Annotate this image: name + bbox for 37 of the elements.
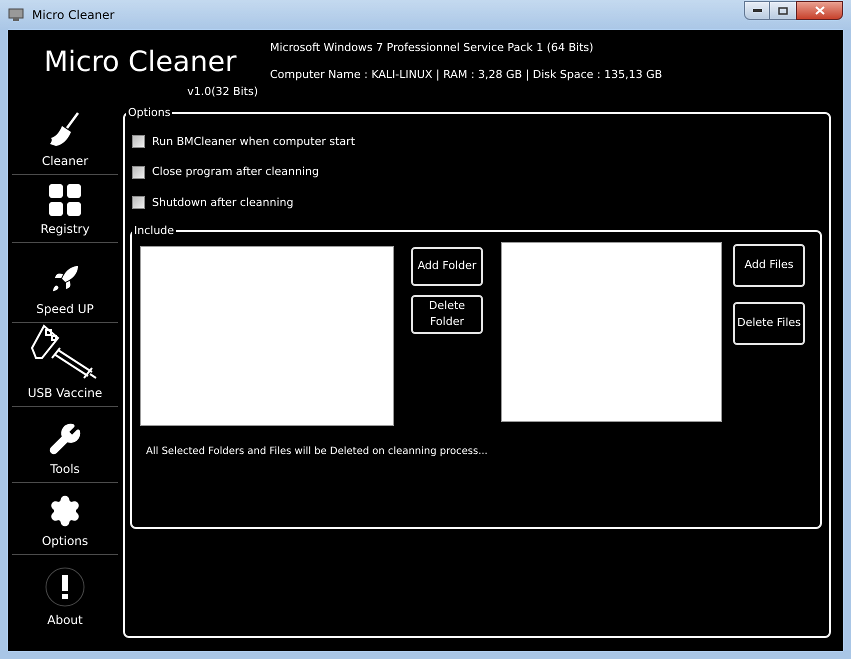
version-label: v1.0(32 Bits) xyxy=(187,84,258,100)
checkbox-label: Run BMCleaner when computer start xyxy=(152,134,356,150)
system-info: Computer Name : KALI-LINUX | RAM : 3,28 GB | Disk Space : 135,13 GB xyxy=(270,66,662,83)
window-title: Micro Cleaner xyxy=(32,7,114,24)
sidebar-item[interactable]: Speed UP xyxy=(12,243,118,323)
panel-legend: Options xyxy=(126,105,172,122)
sidebar-item[interactable]: Tools xyxy=(12,407,118,483)
checkbox[interactable] xyxy=(132,166,145,179)
exclamation-icon xyxy=(45,567,85,607)
include-note: All Selected Folders and Files will be Deleted on cleanning process... xyxy=(146,444,489,458)
checkbox-label: Shutdown after cleanning xyxy=(152,194,294,210)
checkbox-label: Close program after cleanning xyxy=(152,164,319,180)
close-button[interactable] xyxy=(796,1,843,20)
app-icon xyxy=(8,8,24,22)
sidebar-item[interactable]: Cleaner xyxy=(12,105,118,175)
sidebar-item[interactable]: About xyxy=(12,555,118,633)
dialog-button[interactable]: Add Files xyxy=(733,244,805,286)
minimize-icon xyxy=(752,9,762,12)
maximize-button[interactable] xyxy=(770,1,796,20)
maximize-icon xyxy=(778,6,788,14)
sidebar-item[interactable]: USB Vaccine xyxy=(12,323,118,407)
app-title: Micro Cleaner xyxy=(44,46,236,78)
dialog-button[interactable]: Add Folder xyxy=(411,246,483,286)
grid-icon xyxy=(49,184,81,216)
sidebar-item[interactable]: Options xyxy=(12,483,118,555)
broom-icon xyxy=(48,112,82,148)
minimize-button[interactable] xyxy=(744,1,770,20)
wrench-icon xyxy=(48,422,82,456)
checkbox[interactable] xyxy=(132,196,145,210)
dialog-button[interactable]: Delete Folder xyxy=(411,294,483,334)
panel-legend: Include xyxy=(132,223,176,240)
os-info: Microsoft Windows 7 Professionnel Service Pack 1 (64 Bits) xyxy=(270,40,594,56)
close-icon xyxy=(814,6,824,15)
checkbox[interactable] xyxy=(132,135,145,148)
file-list[interactable] xyxy=(501,242,722,422)
sidebar-item[interactable]: Registry xyxy=(12,175,118,243)
dialog-button[interactable]: Delete Files xyxy=(733,302,805,344)
